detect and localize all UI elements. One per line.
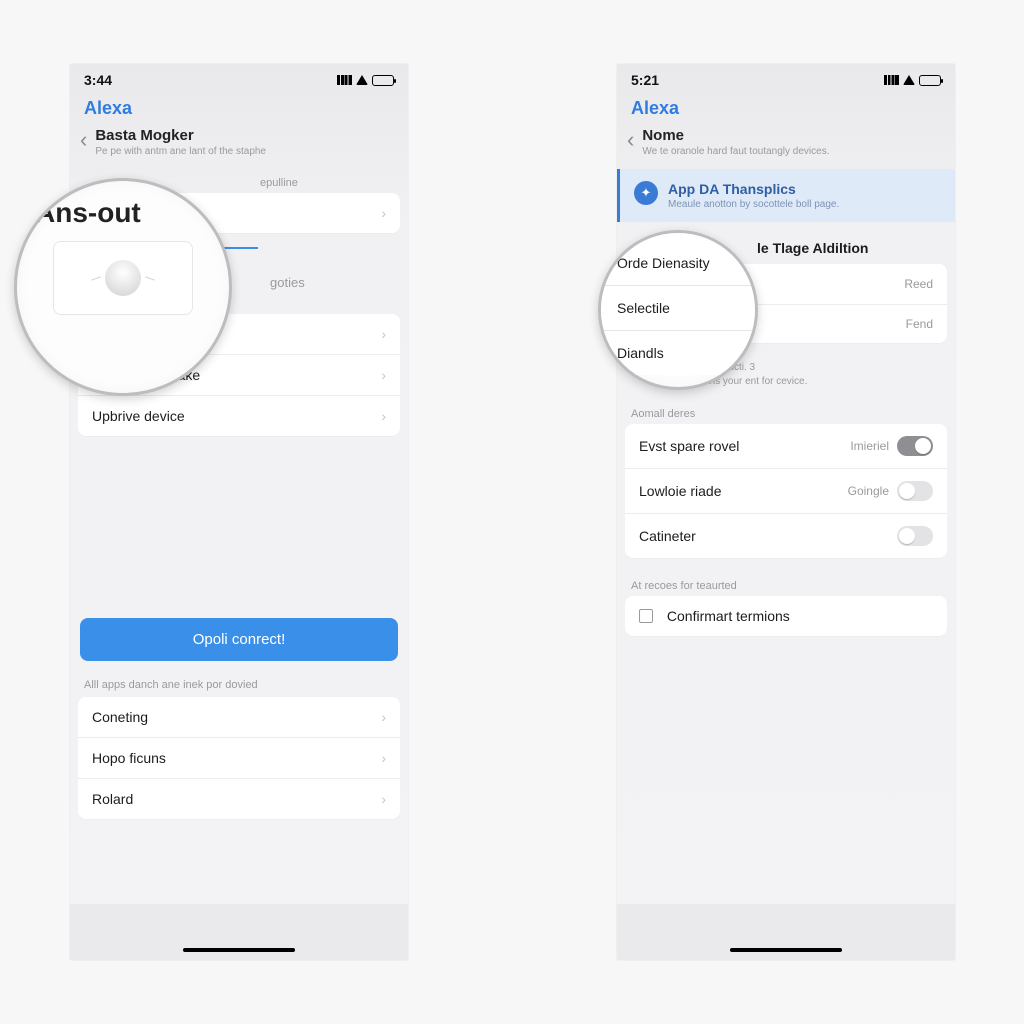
home-indicator[interactable] — [183, 948, 295, 952]
card-group-3: Confirmart termions — [625, 596, 947, 636]
section-label: Aomall deres — [617, 400, 955, 424]
device-tile-bulb[interactable] — [53, 241, 193, 315]
chevron-right-icon: › — [381, 791, 386, 807]
toggle-label: Evst spare rovel — [639, 438, 739, 454]
list-item-label: Upbrive device — [92, 408, 185, 424]
list-item[interactable]: Hopo ficuns › — [78, 737, 400, 778]
list-item-value: Reed — [904, 277, 933, 291]
status-bar: 3:44 — [70, 64, 408, 92]
back-button[interactable]: ‹ — [627, 127, 634, 151]
chevron-right-icon: › — [381, 326, 386, 342]
page-subtitle: We te oranole hard faut toutangly device… — [642, 146, 829, 157]
nav-row: ‹ Nome We te oranole hard faut toutangly… — [617, 123, 955, 169]
cellular-icon — [337, 75, 352, 85]
primary-button[interactable]: Opoli conrect! — [80, 618, 398, 661]
info-icon: ✦ — [634, 181, 658, 205]
chevron-right-icon: › — [381, 408, 386, 424]
list-item-label: Hopo ficuns — [92, 750, 166, 766]
toggle-switch[interactable] — [897, 526, 933, 546]
chevron-right-icon: › — [381, 205, 386, 221]
home-indicator[interactable] — [730, 948, 842, 952]
status-time: 3:44 — [84, 72, 112, 88]
section-label: At recoes for teaurted — [617, 572, 955, 596]
wifi-icon — [903, 75, 915, 85]
list-item-label: Coneting — [92, 709, 148, 725]
list-item-label: Rolard — [92, 791, 133, 807]
back-button[interactable]: ‹ — [80, 127, 87, 151]
battery-icon — [919, 75, 941, 86]
list-item[interactable]: Coneting › — [78, 697, 400, 737]
toggle-label: Lowloie riade — [639, 483, 722, 499]
toggle-switch[interactable] — [897, 481, 933, 501]
brand-label: Alexa — [617, 92, 955, 123]
list-item-value: Fend — [906, 317, 933, 331]
chevron-right-icon: › — [381, 750, 386, 766]
checkbox-row[interactable]: Confirmart termions — [625, 596, 947, 636]
page-title: Basta Mogker — [95, 127, 266, 144]
chevron-right-icon: › — [381, 709, 386, 725]
banner-title: App DA Thansplics — [668, 181, 839, 197]
cellular-icon — [884, 75, 899, 85]
toggle-caption: Imieriel — [850, 439, 889, 453]
info-banner[interactable]: ✦ App DA Thansplics Meaule anotton by so… — [617, 169, 955, 222]
toggle-label: Catineter — [639, 528, 696, 544]
status-bar: 5:21 — [617, 64, 955, 92]
toggle-row: Evst spare rovel Imieriel — [625, 424, 947, 468]
menu-item[interactable]: Diandls — [601, 330, 755, 375]
status-icons — [337, 75, 394, 86]
status-icons — [884, 75, 941, 86]
banner-subtitle: Meaule anotton by socottele boll page. — [668, 199, 839, 210]
checkbox-icon[interactable] — [639, 609, 653, 623]
list-item[interactable]: Rolard › — [78, 778, 400, 819]
wifi-icon — [356, 75, 368, 85]
checkbox-label: Confirmart termions — [667, 608, 790, 624]
magnifier-right: Orde Dienasity Selectile Diandls — [598, 230, 758, 390]
nav-row: ‹ Basta Mogker Pe pe with antm ane lant … — [70, 123, 408, 169]
battery-icon — [372, 75, 394, 86]
toggle-row: Lowloie riade Goingle — [625, 468, 947, 513]
toggle-caption: Goingle — [848, 484, 889, 498]
footer-section-label: Alll apps danch ane inek por dovied — [70, 679, 408, 697]
card-footer: Coneting › Hopo ficuns › Rolard › — [78, 697, 400, 819]
toggle-row: Catineter — [625, 513, 947, 558]
primary-button-label: Opoli conrect! — [193, 631, 286, 648]
page-title: Nome — [642, 127, 829, 144]
bulb-icon — [105, 260, 141, 296]
status-time: 5:21 — [631, 72, 659, 88]
brand-label: Alexa — [70, 92, 408, 123]
toggle-switch[interactable] — [897, 436, 933, 456]
magnifier-left: Ans-out — [14, 178, 232, 396]
chevron-right-icon: › — [381, 367, 386, 383]
menu-item[interactable]: Selectile — [601, 285, 755, 330]
card-group-2: Evst spare rovel Imieriel Lowloie riade … — [625, 424, 947, 558]
page-subtitle: Pe pe with antm ane lant of the staphe — [95, 146, 266, 157]
phone-right: 5:21 Alexa ‹ Nome We te oranole hard fau… — [617, 64, 955, 960]
list-item[interactable]: Upbrive device › — [78, 395, 400, 436]
